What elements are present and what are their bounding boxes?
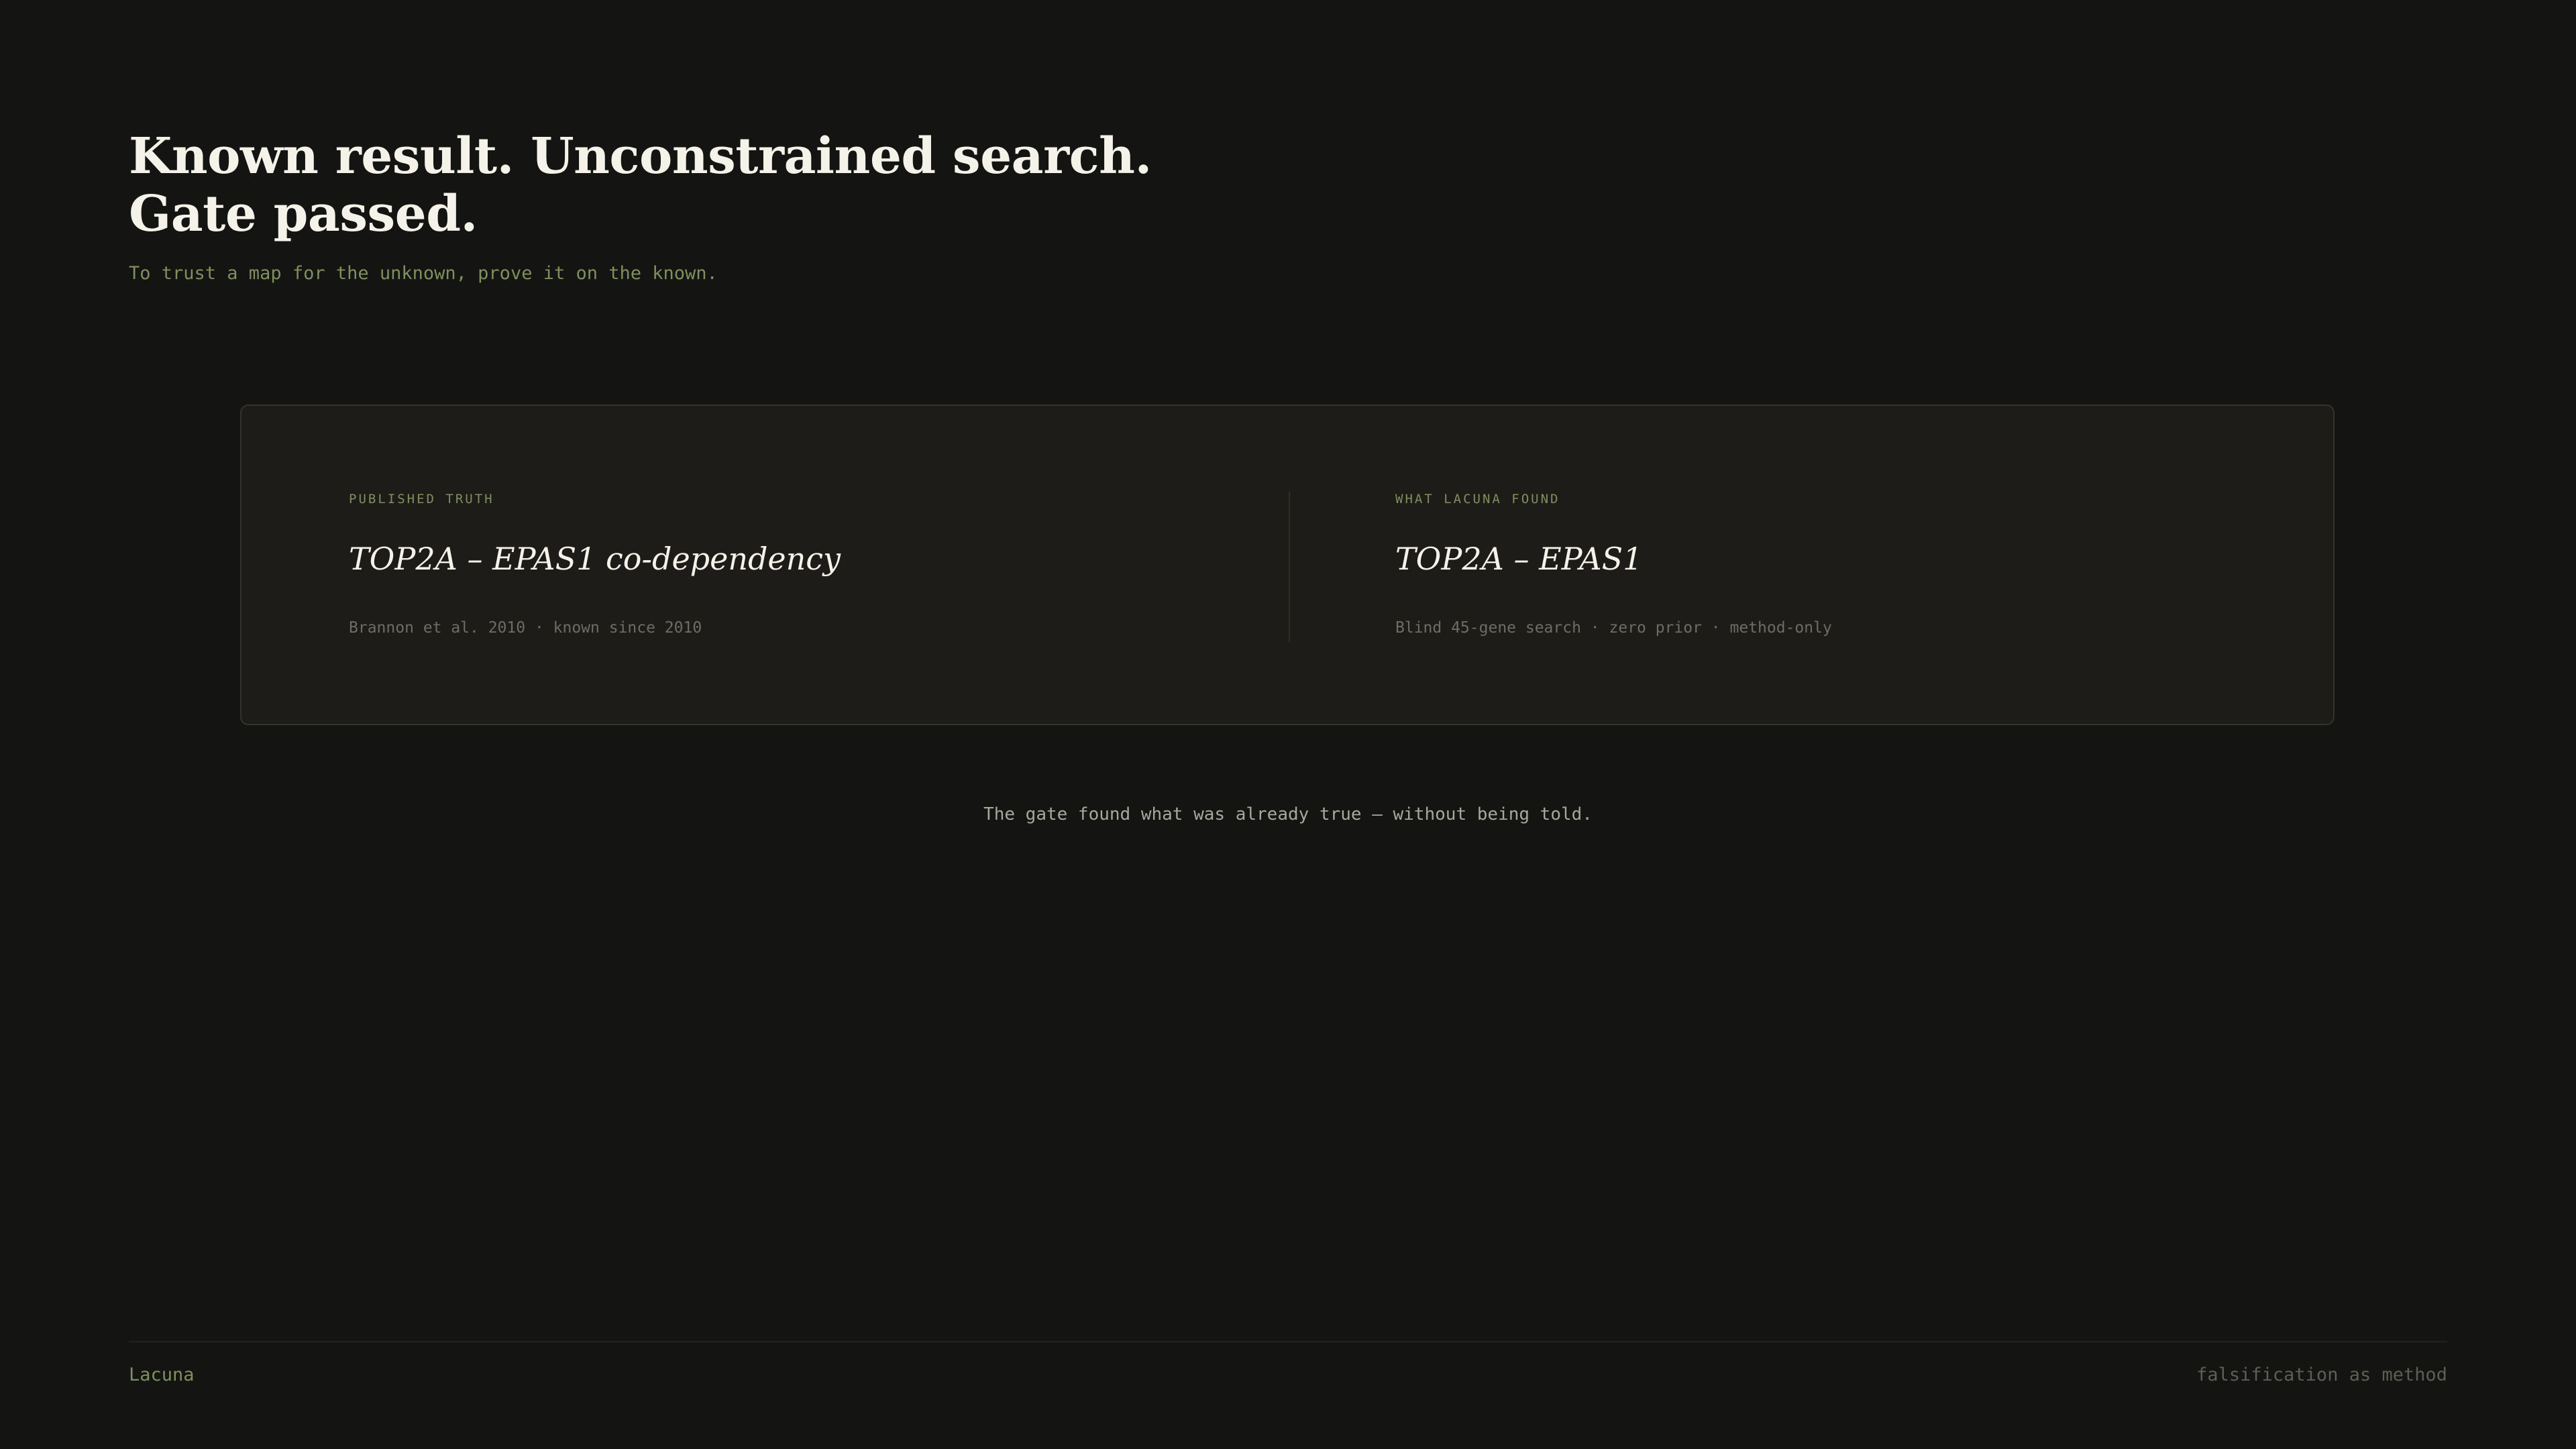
column-divider — [1289, 492, 1290, 642]
published-truth-label: PUBLISHED TRUTH — [349, 492, 494, 506]
footer-brand: Lacuna — [129, 1364, 195, 1385]
page-title: Known result. Unconstrained search. Gate… — [129, 127, 1152, 243]
page-subtitle: To trust a map for the unknown, prove it… — [129, 263, 718, 284]
published-source-meta: Brannon et al. 2010 · known since 2010 — [349, 619, 702, 637]
footer-divider — [129, 1341, 2447, 1342]
lacuna-search-meta: Blind 45-gene search · zero prior · meth… — [1395, 619, 1832, 637]
footer-tagline: falsification as method — [2196, 1364, 2447, 1385]
result-caption: The gate found what was already true — w… — [983, 804, 1593, 824]
published-truth-column: PUBLISHED TRUTH TOP2A – EPAS1 co-depende… — [349, 406, 1181, 724]
lacuna-gene-pair: TOP2A – EPAS1 — [1395, 541, 1643, 577]
published-gene-pair: TOP2A – EPAS1 co-dependency — [349, 541, 841, 577]
lacuna-found-label: WHAT LACUNA FOUND — [1395, 492, 1560, 506]
lacuna-found-column: WHAT LACUNA FOUND TOP2A – EPAS1 Blind 45… — [1395, 406, 2227, 724]
comparison-card: PUBLISHED TRUTH TOP2A – EPAS1 co-depende… — [240, 405, 2334, 725]
